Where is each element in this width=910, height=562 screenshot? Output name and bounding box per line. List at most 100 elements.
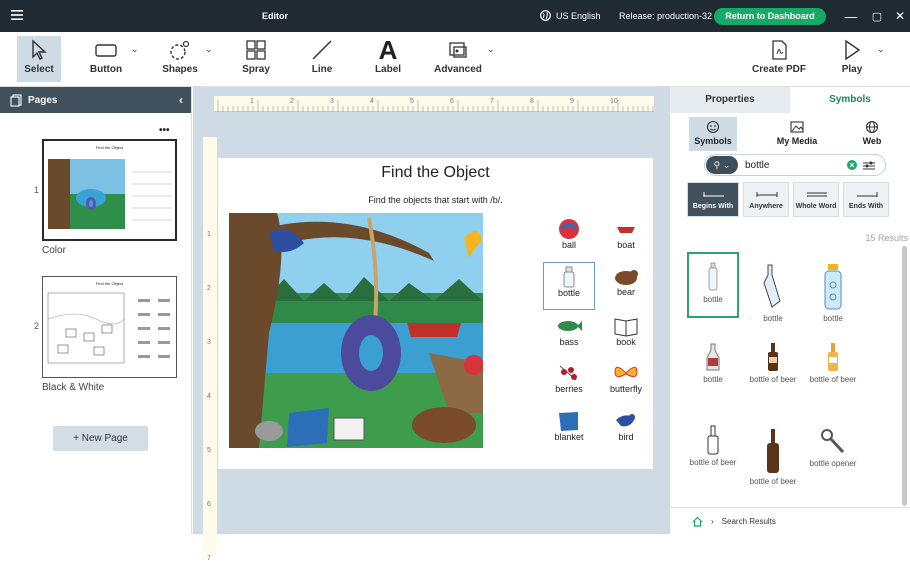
- page-thumbnail-2[interactable]: Find the Object: [42, 276, 177, 378]
- create-pdf-button[interactable]: Create PDF: [748, 36, 810, 82]
- anywhere-icon: [756, 192, 778, 197]
- symbol-label: bottle: [823, 314, 843, 323]
- search-icon: ⚲: [713, 160, 721, 170]
- editor-page[interactable]: Find the Object Find the objects that st…: [218, 158, 653, 469]
- select-tool-button[interactable]: Select: [17, 36, 61, 82]
- object-bottle[interactable]: bottle: [543, 262, 595, 310]
- filter-icon[interactable]: [863, 161, 875, 171]
- horizontal-ruler: 1 2 3 4 5 6 7 8 9 10: [214, 96, 659, 112]
- symbol-result[interactable]: bottle: [807, 263, 859, 323]
- symbol-label: bottle of beer: [749, 375, 797, 384]
- return-to-dashboard-button[interactable]: Return to Dashboard: [714, 8, 826, 25]
- begins-with-icon: [703, 192, 724, 197]
- chevron-down-icon[interactable]: ⌄: [131, 44, 139, 55]
- tab-symbols[interactable]: Symbols: [790, 87, 910, 113]
- ball-icon: [559, 219, 579, 239]
- symbol-label: bottle: [763, 314, 783, 323]
- mode-begins-with[interactable]: Begins With: [687, 182, 739, 217]
- object-bear[interactable]: bear: [600, 262, 652, 310]
- pdf-icon: [772, 40, 787, 60]
- shapes-tool-button[interactable]: Shapes: [158, 36, 202, 82]
- toolbar: Select Button ⌄ Shapes ⌄ Spray Line A La…: [0, 32, 910, 87]
- symbol-label: bottle: [703, 375, 723, 384]
- symbol-search-box[interactable]: ⚲ ⌄ bottle: [704, 154, 886, 176]
- advanced-icon: [449, 42, 467, 58]
- cursor-icon: [32, 39, 47, 60]
- image-icon: [790, 121, 804, 133]
- results-scrollbar[interactable]: [902, 246, 907, 506]
- bottle-icon: [763, 264, 781, 308]
- home-icon[interactable]: [692, 516, 703, 527]
- line-tool-button[interactable]: Line: [300, 36, 344, 82]
- new-page-button[interactable]: + New Page: [53, 426, 148, 451]
- advanced-tool-button[interactable]: Advanced: [432, 36, 484, 82]
- page-more-options-icon[interactable]: •••: [159, 125, 170, 136]
- source-web-button[interactable]: Web: [852, 117, 892, 151]
- symbol-label: bottle: [703, 295, 723, 304]
- page-title[interactable]: Find the Object: [218, 164, 653, 182]
- window-title: Editor: [262, 11, 288, 21]
- object-boat[interactable]: boat: [600, 215, 652, 263]
- object-bass[interactable]: bass: [543, 312, 595, 360]
- spray-tool-button[interactable]: Spray: [234, 36, 278, 82]
- symbol-result[interactable]: bottle: [687, 342, 739, 384]
- object-berries[interactable]: berries: [543, 359, 595, 407]
- play-button[interactable]: Play: [832, 36, 872, 82]
- page-thumbnail-1[interactable]: Find the Object: [42, 139, 177, 241]
- clear-search-icon[interactable]: [847, 160, 857, 170]
- page-subtitle[interactable]: Find the objects that start with /b/.: [218, 195, 653, 205]
- object-bird[interactable]: bird: [600, 407, 652, 455]
- breadcrumb-search-results[interactable]: Search Results: [722, 517, 776, 526]
- scene-illustration[interactable]: [229, 213, 483, 448]
- tab-properties[interactable]: Properties: [670, 87, 790, 113]
- label-tool-button[interactable]: A Label: [366, 35, 410, 82]
- symbol-label: bottle of beer: [689, 458, 737, 467]
- thumb-scene: [48, 159, 125, 229]
- ruler-mark: 2: [290, 98, 294, 105]
- close-button[interactable]: ✕: [890, 6, 910, 26]
- source-my-media-button[interactable]: My Media: [772, 117, 822, 151]
- search-input[interactable]: bottle: [745, 160, 769, 171]
- ruler-mark: 7: [207, 555, 211, 562]
- button-tool-button[interactable]: Button: [84, 36, 128, 82]
- source-symbols-button[interactable]: Symbols: [689, 117, 737, 151]
- beer-bottle-icon: [828, 343, 838, 371]
- language-selector[interactable]: US English: [540, 10, 601, 21]
- search-type-dropdown[interactable]: ⚲ ⌄: [706, 156, 738, 174]
- language-label: US English: [556, 10, 601, 21]
- symbol-result[interactable]: bottle: [747, 263, 799, 323]
- right-panel-tabs: Properties Symbols: [670, 87, 910, 113]
- object-label: bottle: [557, 288, 581, 298]
- collapse-chevron-icon[interactable]: ‹: [179, 93, 183, 107]
- symbol-result[interactable]: bottle: [687, 252, 739, 318]
- chevron-down-icon[interactable]: ⌄: [877, 44, 885, 55]
- mode-anywhere[interactable]: Anywhere: [743, 182, 789, 217]
- hamburger-menu-icon[interactable]: [10, 8, 24, 22]
- berries-icon: [559, 365, 577, 381]
- vertical-ruler: 1 2 3 4 5 6 7: [203, 137, 217, 562]
- bottle-icon: [563, 266, 575, 288]
- mode-label: Whole Word: [795, 203, 837, 210]
- chevron-down-icon[interactable]: ⌄: [487, 44, 495, 55]
- right-panel: Properties Symbols Symbols My Media Web …: [670, 87, 910, 534]
- symbol-label: bottle opener: [809, 459, 857, 468]
- mode-label: Begins With: [692, 203, 734, 210]
- maximize-button[interactable]: ▢: [867, 6, 887, 26]
- bottle-icon: [824, 264, 842, 310]
- object-butterfly[interactable]: butterfly: [600, 359, 652, 407]
- mode-whole-word[interactable]: Whole Word: [793, 182, 839, 217]
- object-book[interactable]: book: [600, 312, 652, 360]
- minimize-button[interactable]: —: [841, 6, 861, 26]
- chevron-down-icon[interactable]: ⌄: [205, 44, 213, 55]
- ends-with-icon: [857, 192, 878, 197]
- object-label: bird: [618, 432, 634, 442]
- symbol-result[interactable]: bottle of beer: [807, 342, 859, 384]
- mode-ends-with[interactable]: Ends With: [843, 182, 889, 217]
- symbol-result[interactable]: bottle of beer: [687, 425, 739, 467]
- object-blanket[interactable]: blanket: [543, 407, 595, 455]
- object-ball[interactable]: ball: [543, 215, 595, 263]
- symbol-result[interactable]: bottle of beer: [747, 428, 799, 486]
- symbol-result[interactable]: bottle of beer: [747, 342, 799, 384]
- symbol-result[interactable]: bottle opener: [807, 428, 859, 468]
- symbol-source-bar: Symbols My Media Web: [670, 113, 910, 155]
